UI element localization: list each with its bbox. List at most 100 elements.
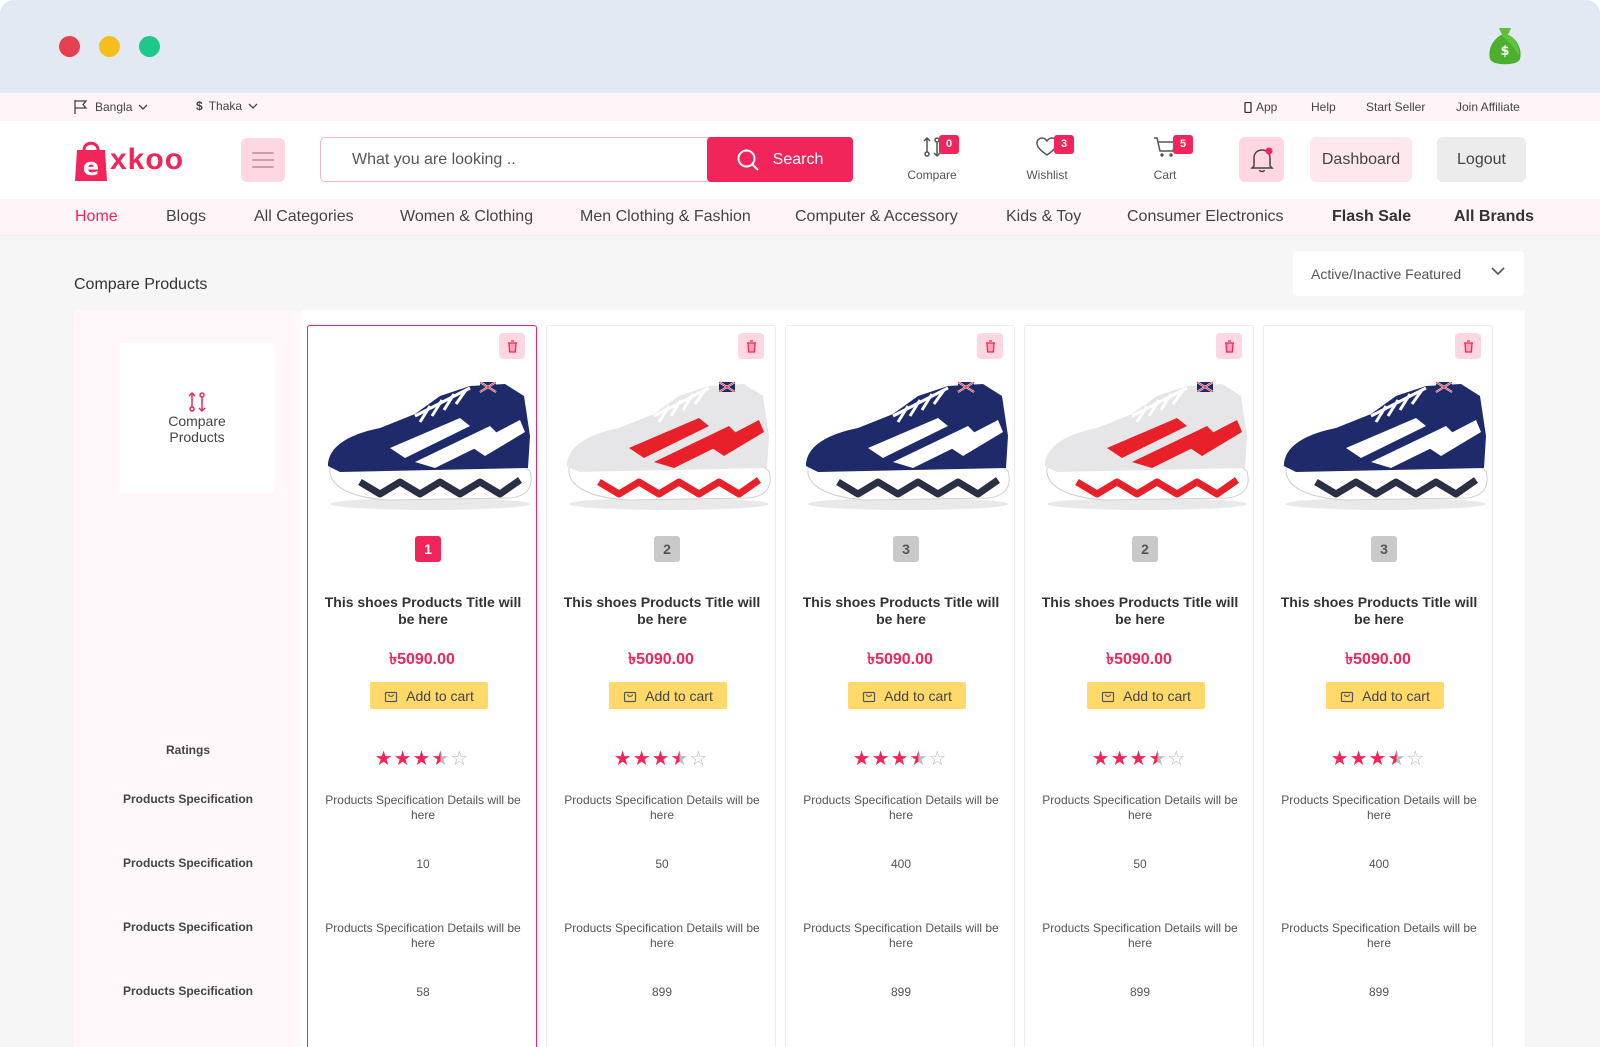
white-sneaker-image	[1045, 381, 1249, 510]
bag-icon	[1102, 691, 1115, 702]
compare-table: Compare Products Ratings Products Specif…	[74, 310, 1525, 1047]
add-to-cart-label: Add to cart	[406, 687, 474, 704]
logout-button[interactable]: Logout	[1437, 137, 1526, 182]
attribute-labels-column: Compare Products Ratings Products Specif…	[74, 310, 302, 1047]
spec-value: 899	[1129, 985, 1151, 999]
add-to-cart-button[interactable]: Add to cart	[848, 682, 966, 709]
compare-link[interactable]: 0 Compare	[892, 134, 972, 182]
site-logo[interactable]: e xkoo	[74, 136, 184, 184]
menu-toggle-button[interactable]	[241, 138, 285, 182]
add-to-cart-button[interactable]: Add to cart	[370, 682, 488, 709]
spec-value: Products Specification Details will be h…	[564, 793, 760, 822]
ratings-row-label: Ratings	[165, 743, 210, 757]
product-title[interactable]: This shoes Products Title will be here	[1279, 594, 1479, 628]
navy-sneaker-image	[1284, 381, 1488, 510]
remove-product-button[interactable]	[1455, 333, 1481, 359]
star-full-icon: ★	[412, 748, 432, 770]
dashboard-button[interactable]: Dashboard	[1310, 137, 1412, 182]
add-to-cart-button[interactable]: Add to cart	[1326, 682, 1444, 709]
star-full-icon: ★	[852, 748, 872, 770]
product-rank-badge: 2	[654, 536, 680, 562]
product-column: 2 This shoes Products Title will be here…	[1024, 325, 1254, 1047]
product-column: 3 This shoes Products Title will be here…	[785, 325, 1015, 1047]
cart-link[interactable]: 5 Cart	[1125, 134, 1205, 182]
nav-all-categories[interactable]: All Categories	[254, 208, 354, 226]
spec-row-label: Products Specification	[122, 920, 254, 934]
nav-consumer-electronics[interactable]: Consumer Electronics	[1127, 208, 1284, 226]
app-link[interactable]: App	[1244, 100, 1277, 114]
star-empty-icon: ☆	[450, 748, 470, 770]
start-seller-link[interactable]: Start Seller	[1366, 100, 1425, 114]
navy-sneaker-image	[806, 381, 1010, 510]
product-rank-badge: 3	[1371, 536, 1397, 562]
wishlist-link[interactable]: 3 Wishlist	[1007, 134, 1087, 182]
star-full-icon: ★	[1349, 748, 1369, 770]
spec-row-label: Products Specification	[122, 856, 254, 870]
spec-value: Products Specification Details will be h…	[325, 793, 521, 822]
maximize-window-button[interactable]	[139, 36, 160, 57]
help-link[interactable]: Help	[1311, 100, 1336, 114]
product-image[interactable]	[1276, 376, 1490, 518]
nav-flash-sale[interactable]: Flash Sale	[1332, 208, 1411, 226]
product-column: 1 This shoes Products Title will be here…	[307, 325, 537, 1047]
star-full-icon: ★	[632, 748, 652, 770]
product-image[interactable]	[559, 376, 773, 518]
star-full-icon: ★	[1129, 748, 1149, 770]
navy-sneaker-image	[328, 381, 532, 510]
compare-products-card: Compare Products	[120, 343, 274, 493]
top-utility-bar: Bangla $ Thaka App Help Start Seller Joi…	[0, 93, 1600, 121]
star-half-icon: ★	[1387, 748, 1407, 770]
nav-kids-toy[interactable]: Kids & Toy	[1006, 208, 1081, 226]
nav-all-brands[interactable]: All Brands	[1454, 208, 1534, 226]
spec-value: 899	[890, 985, 912, 999]
currency-selector[interactable]: $ Thaka	[196, 99, 258, 113]
minimize-window-button[interactable]	[99, 36, 120, 57]
star-empty-icon: ☆	[1406, 748, 1426, 770]
product-image[interactable]	[320, 376, 534, 518]
add-to-cart-button[interactable]: Add to cart	[1087, 682, 1205, 709]
search-button[interactable]: Search	[707, 137, 853, 182]
remove-product-button[interactable]	[977, 333, 1003, 359]
page-title: Compare Products	[74, 276, 208, 293]
svg-text:e: e	[83, 153, 99, 181]
product-price: ৳5090.00	[1106, 651, 1172, 668]
add-to-cart-label: Add to cart	[1362, 687, 1430, 704]
add-to-cart-button[interactable]: Add to cart	[609, 682, 727, 709]
nav-women-clothing[interactable]: Women & Clothing	[400, 208, 533, 226]
remove-product-button[interactable]	[1216, 333, 1242, 359]
notification-button[interactable]	[1239, 137, 1284, 182]
spec-value: 50	[655, 857, 669, 871]
product-title[interactable]: This shoes Products Title will be here	[323, 594, 523, 628]
rating-stars: ★★★★☆	[786, 746, 1014, 771]
add-to-cart-label: Add to cart	[1123, 687, 1191, 704]
remove-product-button[interactable]	[499, 333, 525, 359]
product-title[interactable]: This shoes Products Title will be here	[1040, 594, 1240, 628]
star-full-icon: ★	[651, 748, 671, 770]
nav-home[interactable]: Home	[75, 208, 118, 226]
spec-value: Products Specification Details will be h…	[564, 921, 760, 950]
product-title[interactable]: This shoes Products Title will be here	[801, 594, 1001, 628]
nav-blogs[interactable]: Blogs	[166, 208, 206, 226]
close-window-button[interactable]	[59, 36, 80, 57]
product-image[interactable]	[798, 376, 1012, 518]
nav-men-clothing-fashion[interactable]: Men Clothing & Fashion	[580, 208, 751, 226]
rating-stars: ★★★★☆	[308, 746, 536, 771]
product-image[interactable]	[1037, 376, 1251, 518]
search-input[interactable]	[321, 138, 707, 181]
cart-label: Cart	[1153, 168, 1177, 182]
product-title[interactable]: This shoes Products Title will be here	[562, 594, 762, 628]
chevron-down-icon	[248, 103, 258, 109]
trash-icon	[1463, 339, 1473, 353]
featured-filter-dropdown[interactable]: Active/Inactive Featured	[1293, 251, 1524, 296]
remove-product-button[interactable]	[738, 333, 764, 359]
chevron-down-icon	[138, 104, 148, 110]
search-icon	[737, 149, 759, 171]
spec-value: 899	[651, 985, 673, 999]
nav-computer-accessory[interactable]: Computer & Accessory	[795, 208, 958, 226]
star-full-icon: ★	[1330, 748, 1350, 770]
product-price: ৳5090.00	[867, 651, 933, 668]
language-selector[interactable]: Bangla	[73, 99, 148, 115]
spec-value: 10	[416, 857, 430, 871]
currency-label: Thaka	[208, 99, 243, 113]
join-affiliate-link[interactable]: Join Affiliate	[1456, 100, 1520, 114]
